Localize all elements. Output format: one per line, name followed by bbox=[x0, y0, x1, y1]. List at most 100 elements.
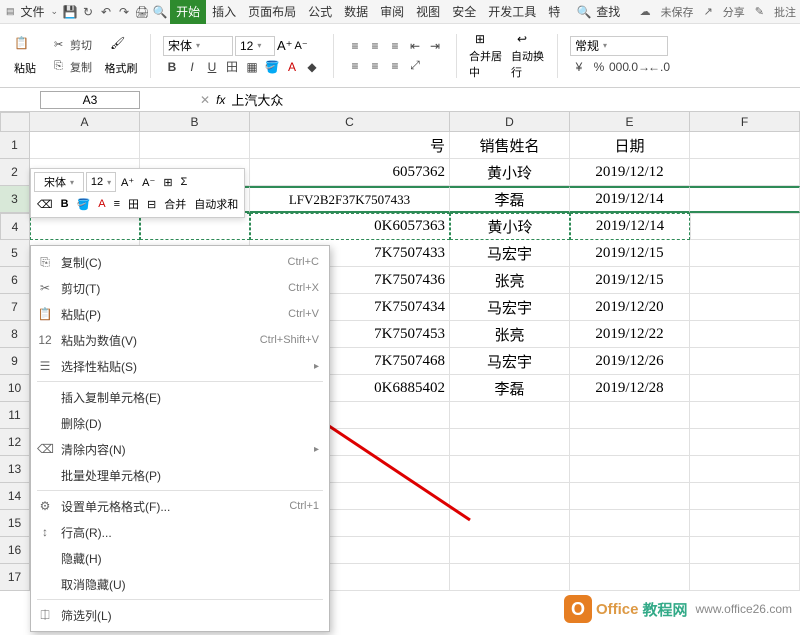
cell[interactable] bbox=[690, 321, 800, 348]
numfmt-select[interactable]: 常规 bbox=[570, 36, 668, 56]
row-header[interactable]: 12 bbox=[0, 429, 30, 456]
indent-inc-icon[interactable]: ⇥ bbox=[426, 37, 444, 55]
dec-dec-icon[interactable]: ←.0 bbox=[650, 58, 668, 76]
increase-font-icon[interactable]: A⁺ bbox=[277, 38, 293, 54]
cell[interactable]: 2019/12/22 bbox=[570, 321, 690, 348]
highlight-button[interactable]: ◆ bbox=[303, 58, 321, 76]
dropdown-icon[interactable]: ⌄ bbox=[51, 6, 59, 17]
cell[interactable] bbox=[690, 375, 800, 402]
cell[interactable] bbox=[140, 132, 250, 159]
font-select[interactable]: 宋体 bbox=[163, 36, 233, 56]
col-header[interactable]: B bbox=[140, 112, 250, 132]
tab-insert[interactable]: 插入 bbox=[206, 0, 242, 24]
tab-more[interactable]: 特 bbox=[542, 0, 566, 24]
row-header[interactable]: 15 bbox=[0, 510, 30, 537]
fx-cancel-icon[interactable]: ✕ bbox=[200, 93, 210, 107]
cell[interactable] bbox=[30, 132, 140, 159]
mini-autosum-label[interactable]: 自动求和 bbox=[191, 194, 241, 214]
cell[interactable]: 2019/12/15 bbox=[570, 267, 690, 294]
mini-merge-label[interactable]: 合并 bbox=[161, 194, 189, 214]
mini-font[interactable]: 宋体 bbox=[34, 172, 84, 192]
ctx-pasteval[interactable]: 12粘贴为数值(V)Ctrl+Shift+V bbox=[31, 327, 329, 353]
annotate-icon[interactable]: ✎ bbox=[755, 5, 764, 18]
italic-button[interactable]: I bbox=[183, 58, 201, 76]
tab-dev[interactable]: 开发工具 bbox=[482, 0, 542, 24]
comma-icon[interactable]: 000 bbox=[610, 58, 628, 76]
row-header[interactable]: 16 bbox=[0, 537, 30, 564]
cell[interactable] bbox=[690, 132, 800, 159]
formula-input[interactable] bbox=[231, 92, 531, 107]
undo-icon[interactable]: ↶ bbox=[98, 4, 114, 20]
cell[interactable] bbox=[690, 186, 800, 213]
col-header[interactable]: E bbox=[570, 112, 690, 132]
cell[interactable]: 李磊 bbox=[450, 375, 570, 402]
row-header[interactable]: 5 bbox=[0, 240, 30, 267]
cut-button[interactable]: ✂剪切 bbox=[50, 35, 96, 55]
mini-decfont-icon[interactable]: A⁻ bbox=[139, 172, 158, 192]
cell[interactable]: 0K6057363 bbox=[250, 213, 450, 240]
cell[interactable]: 6057362 bbox=[250, 159, 450, 186]
decrease-font-icon[interactable]: A⁻ bbox=[295, 39, 308, 52]
format-painter-button[interactable]: 🖌 格式刷 bbox=[104, 34, 138, 78]
name-box[interactable]: A3 bbox=[40, 91, 140, 109]
row-header[interactable]: 4 bbox=[0, 213, 30, 240]
tab-review[interactable]: 审阅 bbox=[374, 0, 410, 24]
cell[interactable]: 2019/12/12 bbox=[570, 159, 690, 186]
fx-icon[interactable]: fx bbox=[216, 93, 225, 107]
ctx-rowheight[interactable]: ↕行高(R)... bbox=[31, 519, 329, 545]
mini-align-icon[interactable]: ≡ bbox=[111, 194, 123, 214]
cell[interactable] bbox=[690, 294, 800, 321]
bold-button[interactable]: B bbox=[163, 58, 181, 76]
fontcolor-button[interactable]: A bbox=[283, 58, 301, 76]
save-icon[interactable]: 💾 bbox=[62, 4, 78, 20]
dec-inc-icon[interactable]: .0→ bbox=[630, 58, 648, 76]
row-header[interactable]: 10 bbox=[0, 375, 30, 402]
tab-view[interactable]: 视图 bbox=[410, 0, 446, 24]
cell[interactable]: 2019/12/14 bbox=[570, 186, 690, 213]
file-menu[interactable]: 文件 bbox=[19, 3, 47, 20]
cell[interactable]: 销售姓名 bbox=[450, 132, 570, 159]
row-header[interactable]: 3 bbox=[0, 186, 30, 213]
mini-border-icon[interactable]: 田 bbox=[125, 194, 142, 214]
orient-icon[interactable]: ⤢ bbox=[406, 57, 424, 75]
cell[interactable]: 2019/12/26 bbox=[570, 348, 690, 375]
align-top-icon[interactable]: ≡ bbox=[346, 37, 364, 55]
row-header[interactable]: 1 bbox=[0, 132, 30, 159]
mini-sum-icon[interactable]: Σ bbox=[178, 172, 191, 192]
paste-button[interactable]: 📋 粘贴 bbox=[8, 34, 42, 78]
cell[interactable] bbox=[690, 213, 800, 240]
row-header[interactable]: 9 bbox=[0, 348, 30, 375]
mini-fontsize[interactable]: 12 bbox=[86, 172, 116, 192]
search-label[interactable]: 查找 bbox=[594, 3, 622, 20]
cell[interactable] bbox=[690, 267, 800, 294]
ctx-copy[interactable]: ⎘复制(C)Ctrl+C bbox=[31, 249, 329, 275]
col-header[interactable]: D bbox=[450, 112, 570, 132]
tab-home[interactable]: 开始 bbox=[170, 0, 206, 24]
mini-bold-icon[interactable]: B bbox=[58, 194, 72, 214]
mini-fontcolor-icon[interactable]: A bbox=[95, 194, 108, 214]
align-mid-icon[interactable]: ≡ bbox=[366, 37, 384, 55]
redo-icon[interactable]: ↷ bbox=[116, 4, 132, 20]
tab-formula[interactable]: 公式 bbox=[302, 0, 338, 24]
col-header[interactable]: C bbox=[250, 112, 450, 132]
col-header[interactable]: A bbox=[30, 112, 140, 132]
indent-dec-icon[interactable]: ⇤ bbox=[406, 37, 424, 55]
cell[interactable]: 2019/12/14 bbox=[570, 213, 690, 240]
ctx-clear[interactable]: ⌫清除内容(N)▸ bbox=[31, 436, 329, 462]
align-left-icon[interactable]: ≡ bbox=[346, 57, 364, 75]
ctx-batch[interactable]: 批量处理单元格(P) bbox=[31, 462, 329, 488]
cell[interactable]: 李磊 bbox=[450, 186, 570, 213]
ctx-cut[interactable]: ✂剪切(T)Ctrl+X bbox=[31, 275, 329, 301]
align-bot-icon[interactable]: ≡ bbox=[386, 37, 404, 55]
row-header[interactable]: 7 bbox=[0, 294, 30, 321]
fillcolor-button[interactable]: 🪣 bbox=[263, 58, 281, 76]
mini-incfont-icon[interactable]: A⁺ bbox=[118, 172, 137, 192]
underline-button[interactable]: U bbox=[203, 58, 221, 76]
row-header[interactable]: 17 bbox=[0, 564, 30, 591]
cloud-icon[interactable]: ☁ bbox=[640, 5, 651, 18]
annotate-label[interactable]: 批注 bbox=[774, 4, 796, 20]
cell[interactable] bbox=[690, 348, 800, 375]
row-header[interactable]: 11 bbox=[0, 402, 30, 429]
cell[interactable]: 号 bbox=[250, 132, 450, 159]
cell[interactable]: 张亮 bbox=[450, 267, 570, 294]
